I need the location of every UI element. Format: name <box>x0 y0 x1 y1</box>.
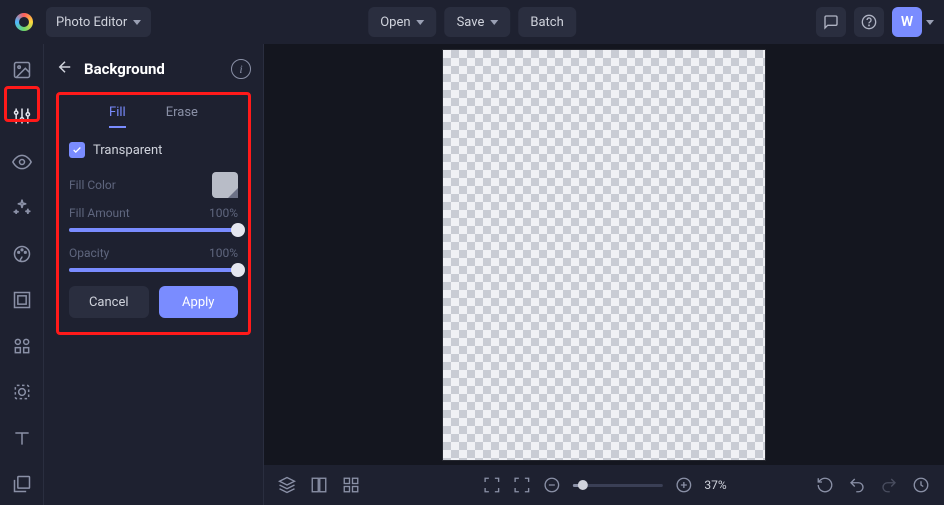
tool-adjust[interactable] <box>10 104 34 128</box>
cancel-button[interactable]: Cancel <box>69 286 149 318</box>
zoom-in-button[interactable] <box>674 476 692 494</box>
tool-visibility[interactable] <box>10 150 34 174</box>
highlight-region: Fill Erase Transparent Fill Color Fill A… <box>56 92 251 335</box>
history-button[interactable] <box>912 476 930 494</box>
fullscreen-button[interactable] <box>482 476 500 494</box>
tool-elements[interactable] <box>10 334 34 358</box>
tool-frame[interactable] <box>10 288 34 312</box>
fill-amount-value: 100% <box>209 206 238 220</box>
open-label: Open <box>380 15 410 30</box>
fill-color-swatch[interactable] <box>212 172 238 198</box>
tool-text[interactable] <box>10 426 34 450</box>
transparent-checkbox[interactable] <box>69 142 85 158</box>
chevron-down-icon <box>926 20 934 25</box>
chat-icon <box>823 14 839 30</box>
canvas-stage[interactable] <box>264 44 944 465</box>
tool-magic[interactable] <box>10 196 34 220</box>
side-panel: Background i Fill Erase Transparent Fill… <box>44 44 264 505</box>
app-mode-label: Photo Editor <box>56 15 127 30</box>
save-label: Save <box>457 15 485 30</box>
fill-color-label: Fill Color <box>69 178 116 192</box>
open-button[interactable]: Open <box>368 7 436 37</box>
opacity-value: 100% <box>209 246 238 260</box>
chevron-down-icon <box>417 20 425 25</box>
grid-button[interactable] <box>342 476 360 494</box>
layers-button[interactable] <box>278 476 296 494</box>
tool-crop[interactable] <box>10 380 34 404</box>
info-button[interactable]: i <box>231 59 251 79</box>
transparent-label: Transparent <box>93 143 162 158</box>
redo-button[interactable] <box>880 476 898 494</box>
back-button[interactable] <box>56 58 74 80</box>
tab-erase[interactable]: Erase <box>166 105 198 128</box>
zoom-slider[interactable] <box>572 484 662 487</box>
undo-button[interactable] <box>848 476 866 494</box>
chevron-down-icon <box>133 20 141 25</box>
help-icon <box>861 14 877 30</box>
tool-layers[interactable] <box>10 472 34 496</box>
tool-image[interactable] <box>10 58 34 82</box>
check-icon <box>72 145 82 155</box>
help-button[interactable] <box>854 7 884 37</box>
app-mode-dropdown[interactable]: Photo Editor <box>46 7 151 37</box>
avatar-initial: W <box>901 14 913 30</box>
arrow-left-icon <box>56 58 74 76</box>
opacity-label: Opacity <box>69 246 109 260</box>
fill-amount-label: Fill Amount <box>69 206 130 220</box>
compare-button[interactable] <box>310 476 328 494</box>
tab-fill[interactable]: Fill <box>109 105 126 128</box>
chevron-down-icon <box>490 20 498 25</box>
tool-strip <box>0 44 44 505</box>
top-bar: Photo Editor Open Save Batch W <box>0 0 944 44</box>
canvas-document <box>443 50 765 460</box>
batch-button[interactable]: Batch <box>518 7 575 37</box>
bottom-bar: 37% <box>264 465 944 505</box>
batch-label: Batch <box>530 15 563 30</box>
fill-amount-slider[interactable] <box>69 228 238 232</box>
reset-button[interactable] <box>816 476 834 494</box>
opacity-slider[interactable] <box>69 268 238 272</box>
apply-button[interactable]: Apply <box>159 286 239 318</box>
zoom-out-button[interactable] <box>542 476 560 494</box>
canvas-area: 37% <box>264 44 944 505</box>
panel-title: Background <box>84 60 221 78</box>
fit-button[interactable] <box>512 476 530 494</box>
save-button[interactable]: Save <box>445 7 511 37</box>
zoom-value: 37% <box>704 478 726 492</box>
tool-brush[interactable] <box>10 242 34 266</box>
app-logo <box>10 8 38 36</box>
account-menu[interactable]: W <box>892 7 934 37</box>
feedback-button[interactable] <box>816 7 846 37</box>
avatar: W <box>892 7 922 37</box>
